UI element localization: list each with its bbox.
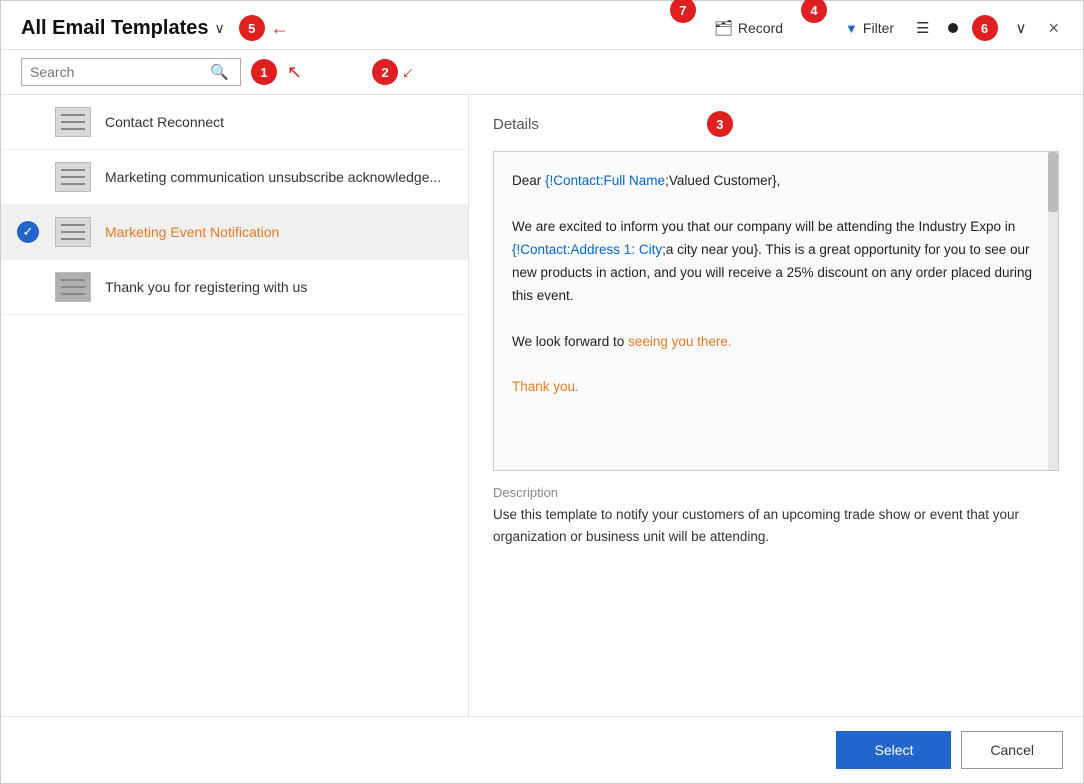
annotation-4: 4 (801, 0, 827, 23)
item-label-4: Thank you for registering with us (105, 279, 452, 295)
search-icon: 🔍 (210, 64, 229, 81)
email-paragraph1: We are excited to inform you that our co… (512, 216, 1040, 308)
item-icon-4 (55, 272, 91, 302)
annotation-2-arrow: ↓ (398, 61, 419, 82)
email-valued: ;Valued Customer}, (665, 173, 780, 188)
annotation-7: 7 (670, 0, 696, 23)
annotation-6: 6 (972, 15, 998, 41)
list-item[interactable]: Marketing communication unsubscribe ackn… (1, 150, 468, 205)
main-content: Contact Reconnect Marketing communicatio… (1, 95, 1083, 716)
annotation-5-arrow: ← (271, 18, 289, 39)
list-item[interactable]: Contact Reconnect (1, 95, 468, 150)
search-input[interactable] (22, 59, 202, 85)
annotation-1-arrow: ↖ (287, 62, 302, 83)
email-field-name: {!Contact:Full Name (545, 173, 665, 188)
item-check-3: ✓ (17, 221, 41, 243)
dialog-title: All Email Templates (21, 17, 208, 40)
close-button[interactable]: × (1044, 18, 1063, 39)
title-area: All Email Templates ∨ 5 ← (21, 15, 289, 41)
scrollbar-track[interactable] (1048, 152, 1058, 470)
filter-label: Filter (863, 20, 894, 36)
email-highlight: seeing you there. (628, 334, 732, 349)
title-dropdown-chevron[interactable]: ∨ (214, 20, 224, 37)
annotation-5: 5 (239, 15, 265, 41)
record-label: Record (738, 20, 783, 36)
expand-button[interactable] (1012, 17, 1031, 39)
email-greeting: Dear (512, 173, 545, 188)
check-circle: ✓ (17, 221, 39, 243)
search-bar-row: 🔍 1 ↖ 2 ↓ (1, 50, 1083, 95)
item-label-2: Marketing communication unsubscribe ackn… (105, 169, 452, 185)
menu-icon (916, 19, 929, 37)
description-text: Use this template to notify your custome… (493, 504, 1059, 547)
email-field-city: {!Contact:Address 1: City (512, 242, 662, 257)
annotation-1: 1 (251, 59, 277, 85)
menu-button[interactable] (912, 17, 933, 39)
dot-indicator (948, 23, 958, 33)
dialog-footer: Select Cancel (1, 716, 1083, 783)
email-paragraph2: We look forward to seeing you there. (512, 331, 1040, 354)
details-title: Details (493, 116, 539, 133)
search-input-wrap: 🔍 (21, 58, 241, 86)
filter-button[interactable]: Filter (841, 18, 898, 38)
search-button[interactable]: 🔍 (202, 59, 237, 85)
email-closing: Thank you. (512, 376, 1040, 399)
cancel-button[interactable]: Cancel (961, 731, 1063, 769)
item-icon-1 (55, 107, 91, 137)
annotation-2: 2 (372, 59, 398, 85)
dialog-header: All Email Templates ∨ 5 ← 7 Record 4 Fil… (1, 1, 1083, 50)
details-panel: Details 3 Dear {!Contact:Full Name;Value… (469, 95, 1083, 716)
scrollbar-thumb[interactable] (1048, 152, 1058, 212)
list-panel: Contact Reconnect Marketing communicatio… (1, 95, 469, 716)
item-icon-3 (55, 217, 91, 247)
item-label-3: Marketing Event Notification (105, 224, 452, 240)
record-icon (714, 19, 733, 37)
description-section: Description Use this template to notify … (493, 485, 1059, 547)
item-icon-2 (55, 162, 91, 192)
email-preview: Dear {!Contact:Full Name;Valued Customer… (493, 151, 1059, 471)
chevron-down-icon (1016, 19, 1027, 37)
list-item-selected[interactable]: ✓ Marketing Event Notification (1, 205, 468, 260)
annotation-3: 3 (707, 111, 733, 137)
description-label: Description (493, 485, 1059, 500)
filter-icon (845, 20, 858, 36)
record-button[interactable]: Record (710, 17, 787, 39)
email-templates-dialog: All Email Templates ∨ 5 ← 7 Record 4 Fil… (0, 0, 1084, 784)
item-label-1: Contact Reconnect (105, 114, 452, 130)
toolbar-right: 7 Record 4 Filter 6 × (670, 15, 1063, 41)
list-item[interactable]: Thank you for registering with us (1, 260, 468, 315)
select-button[interactable]: Select (836, 731, 951, 769)
